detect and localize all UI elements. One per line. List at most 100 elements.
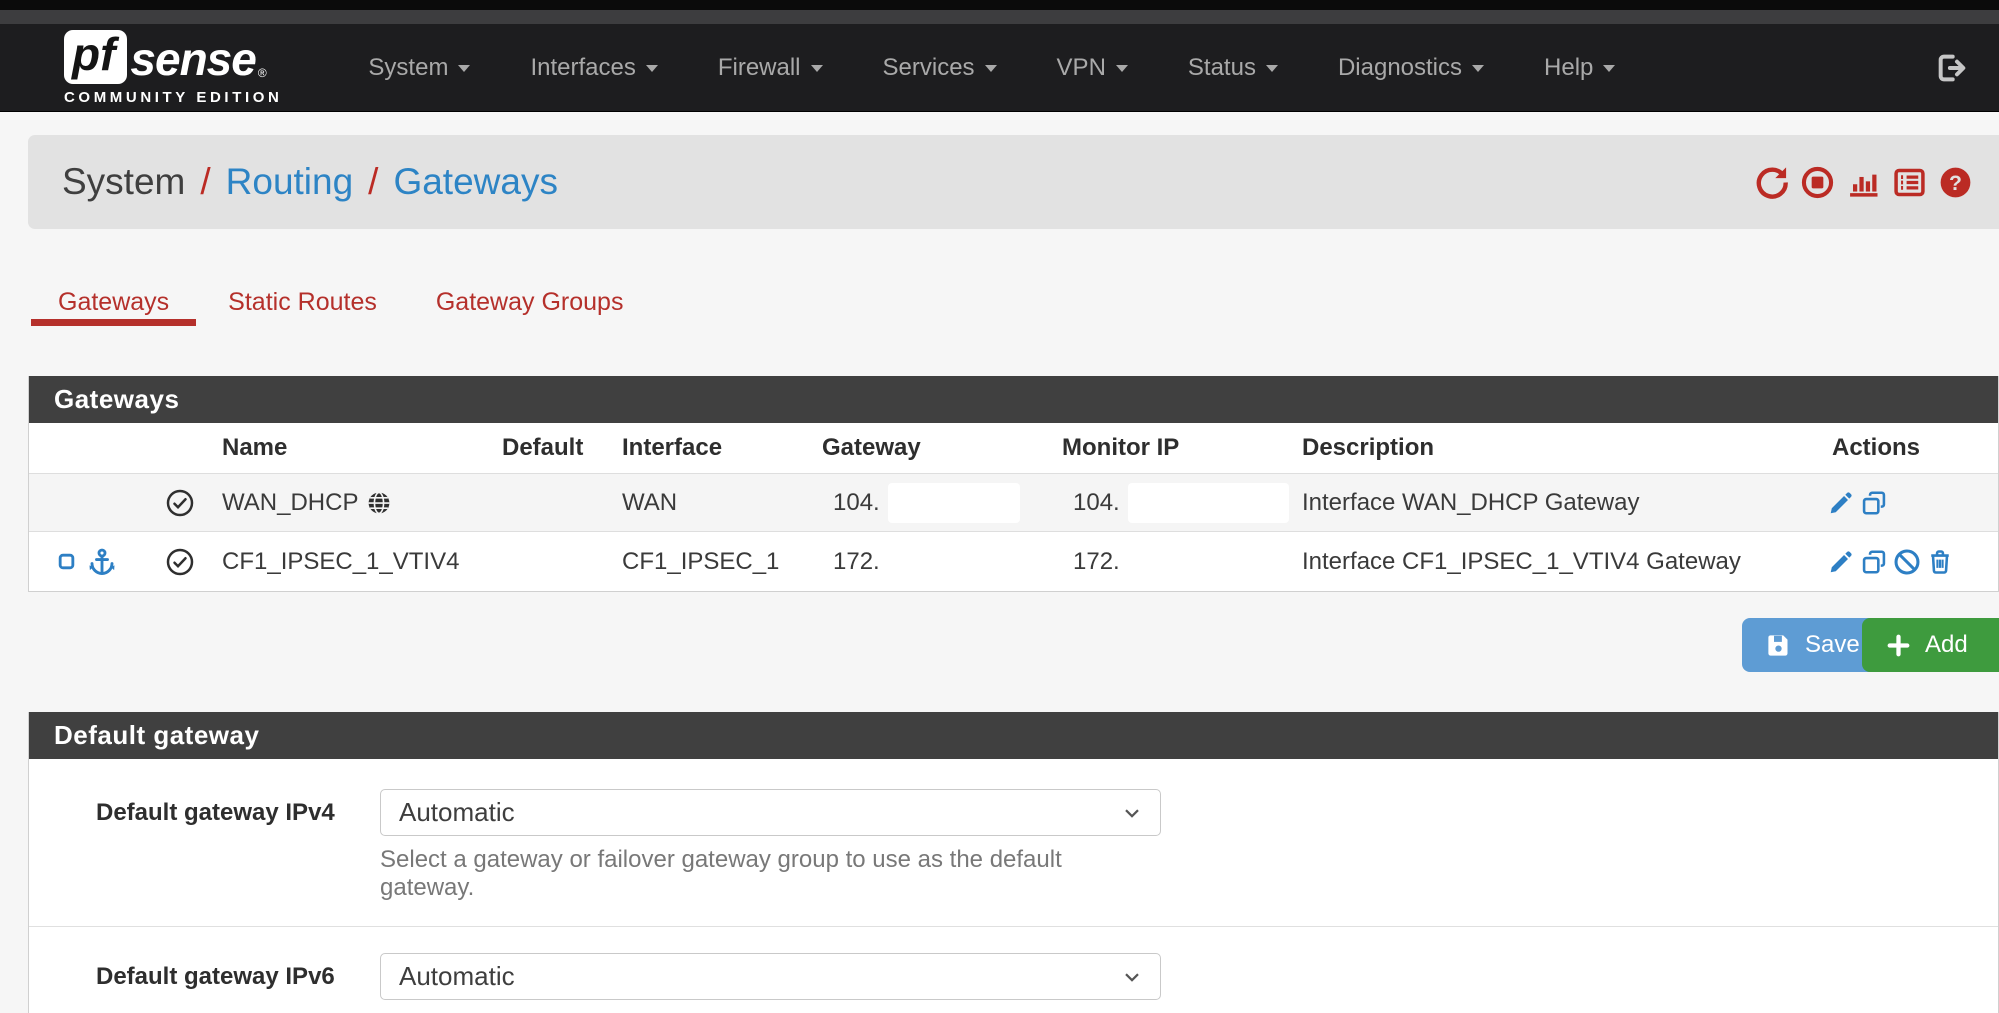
redacted-ip-box [1128,483,1289,523]
logo-sense: sense [130,34,255,84]
logo-pf: pf [64,30,127,84]
nav-item-help[interactable]: Help [1544,54,1615,82]
default-gateway-ipv4-select[interactable]: Automatic [380,789,1161,836]
save-label: Save [1805,631,1860,659]
nav-item-label: Status [1188,54,1256,82]
col-default: Default [489,434,609,462]
tab-gateway-groups[interactable]: Gateway Groups [409,282,651,326]
logo-subtitle: COMMUNITY EDITION [64,89,282,106]
chevron-down-icon [1120,965,1144,989]
breadcrumb-separator: / [368,161,378,203]
col-monitor-ip: Monitor IP [1049,434,1289,462]
stop-icon[interactable] [1800,165,1835,200]
form-row-ipv4: Default gateway IPv4 Automatic Select a … [29,789,1998,926]
copy-icon[interactable] [1860,489,1888,517]
nav-item-firewall[interactable]: Firewall [718,54,823,82]
nav-item-label: VPN [1057,54,1106,82]
breadcrumb-link-routing[interactable]: Routing [226,161,354,203]
tab-static-routes[interactable]: Static Routes [201,282,404,326]
gateway-interface: CF1_IPSEC_1 [609,548,809,576]
buttons-row: Save Add [28,618,1999,672]
pfsense-logo: pf sense ® COMMUNITY EDITION [64,30,282,106]
edit-icon[interactable] [1827,489,1855,517]
breadcrumb-system: System [62,161,185,203]
nav-item-label: Help [1544,54,1593,82]
nav-item-services[interactable]: Services [883,54,997,82]
nav-item-label: System [368,54,448,82]
col-name: Name [209,434,489,462]
col-description: Description [1289,434,1819,462]
nav-item-diagnostics[interactable]: Diagnostics [1338,54,1484,82]
table-row-wan-dhcp: WAN_DHCP WAN 104. 104. Interface WAN_DHC… [29,473,1998,531]
save-floppy-icon [1765,632,1792,659]
gateway-online-icon [151,547,209,577]
square-icon[interactable] [57,552,76,571]
nav-item-vpn[interactable]: VPN [1057,54,1128,82]
default-gateway-ipv4-label: Default gateway IPv4 [96,789,380,902]
caret-down-icon [646,65,658,78]
window-chrome-strip [0,10,1999,24]
caret-down-icon [1116,65,1128,78]
breadcrumb: System / Routing / Gateways [62,161,558,203]
col-actions: Actions [1819,434,1998,462]
caret-down-icon [1266,65,1278,78]
gateways-table-header: Name Default Interface Gateway Monitor I… [29,423,1998,473]
default-gateway-ipv4-help: Select a gateway or failover gateway gro… [380,846,1161,902]
globe-default-icon [366,490,392,516]
window-top-strip [0,0,1999,10]
default-gateway-panel-title: Default gateway [29,712,1998,759]
log-list-icon[interactable] [1892,165,1927,200]
default-gateway-ipv6-select[interactable]: Automatic [380,953,1161,1000]
caret-down-icon [811,65,823,78]
disable-icon[interactable] [1893,548,1921,576]
form-divider [29,926,1998,927]
caret-down-icon [1603,65,1615,78]
tab-bar: Gateways Static Routes Gateway Groups [31,282,1999,326]
caret-down-icon [985,65,997,78]
gateway-description: Interface WAN_DHCP Gateway [1289,489,1819,517]
sign-out-icon[interactable] [1935,51,1969,85]
default-gateway-ipv6-label: Default gateway IPv6 [96,953,380,1013]
copy-icon[interactable] [1860,548,1888,576]
refresh-icon[interactable] [1754,165,1789,200]
edit-icon[interactable] [1827,548,1855,576]
monitor-ip: 104. [1073,489,1120,517]
nav-item-label: Interfaces [530,54,635,82]
gateway-address: 172. [833,548,880,576]
nav-item-label: Services [883,54,975,82]
redacted-ip-box [888,483,1020,523]
help-icon[interactable]: ? [1938,165,1973,200]
monitor-ip: 172. [1073,548,1120,576]
anchor-icon[interactable] [87,547,117,577]
nav-item-system[interactable]: System [368,54,470,82]
caret-down-icon [1472,65,1484,78]
tab-gateways[interactable]: Gateways [31,282,196,326]
gateway-description: Interface CF1_IPSEC_1_VTIV4 Gateway [1289,548,1819,576]
breadcrumb-link-gateways[interactable]: Gateways [393,161,558,203]
nav-item-interfaces[interactable]: Interfaces [530,54,657,82]
table-row-cf1-ipsec: CF1_IPSEC_1_VTIV4 CF1_IPSEC_1 172. 172. … [29,531,1998,591]
nav-item-label: Firewall [718,54,801,82]
navbar: pf sense ® COMMUNITY EDITION System Inte… [0,24,1999,112]
nav-menu: System Interfaces Firewall Services VPN … [368,54,1615,82]
gateway-online-icon [151,488,209,518]
plus-icon [1885,632,1912,659]
breadcrumb-bar: System / Routing / Gateways ? [28,135,1999,229]
default-gateway-panel: Default gateway Default gateway IPv4 Aut… [28,712,1999,1013]
gateway-name: WAN_DHCP [222,489,358,517]
gateways-panel-title: Gateways [29,376,1998,423]
breadcrumb-separator: / [200,161,210,203]
nav-item-label: Diagnostics [1338,54,1462,82]
caret-down-icon [458,65,470,78]
nav-item-status[interactable]: Status [1188,54,1278,82]
gateway-address: 104. [833,489,880,517]
chart-bar-icon[interactable] [1846,165,1881,200]
add-button[interactable]: Add [1862,618,1999,672]
add-label: Add [1925,631,1968,659]
col-gateway: Gateway [809,434,1049,462]
form-row-ipv6: Default gateway IPv6 Automatic Select a … [29,953,1998,1013]
select-value: Automatic [399,797,515,828]
delete-icon[interactable] [1926,548,1954,576]
logo-registered-mark: ® [258,66,267,80]
gateway-name: CF1_IPSEC_1_VTIV4 [222,548,459,576]
